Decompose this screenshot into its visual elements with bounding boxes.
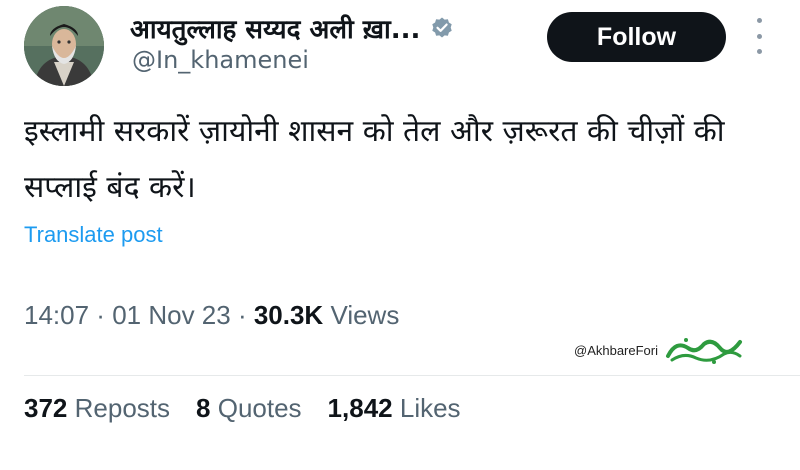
tweet-date[interactable]: 01 Nov 23 — [112, 300, 231, 330]
author-handle[interactable]: @In_khamenei — [132, 46, 309, 74]
follow-button[interactable]: Follow — [547, 12, 726, 62]
author-display-name[interactable]: आयतुल्लाह सय्यद अली ख़ा... — [130, 10, 420, 46]
quotes-stat[interactable]: 8 Quotes — [196, 393, 302, 424]
quotes-count: 8 — [196, 393, 211, 423]
more-dot — [756, 18, 762, 23]
views-label: Views — [323, 300, 400, 330]
divider — [24, 375, 800, 376]
likes-count: 1,842 — [327, 393, 393, 423]
quotes-label: Quotes — [217, 393, 302, 423]
tweet-time[interactable]: 14:07 — [24, 300, 89, 330]
avatar-image — [24, 6, 104, 86]
reposts-count: 372 — [24, 393, 68, 423]
reposts-label: Reposts — [74, 393, 171, 423]
views-count[interactable]: 30.3K — [254, 300, 323, 330]
meta-separator: · — [230, 300, 254, 330]
tweet-text: इस्लामी सरकारें ज़ायोनी शासन को तेल और ज… — [24, 114, 725, 205]
more-dot — [756, 33, 762, 39]
avatar[interactable] — [24, 6, 104, 86]
watermark-logo-icon — [662, 334, 747, 366]
meta-separator: · — [89, 300, 113, 330]
verified-badge-icon — [430, 16, 454, 40]
watermark-handle: @AkhbareFori — [574, 342, 659, 358]
author-name-row: आयतुल्लाह सय्यद अली ख़ा... — [130, 8, 454, 48]
more-options-icon[interactable] — [752, 18, 766, 54]
tweet-meta: 14:07 · 01 Nov 23 · 30.3K Views — [24, 300, 399, 331]
likes-label: Likes — [399, 393, 461, 423]
likes-stat[interactable]: 1,842 Likes — [328, 393, 461, 424]
more-dot — [756, 49, 762, 54]
engagement-stats: 372 Reposts 8 Quotes 1,842 Likes — [24, 393, 487, 424]
watermark: @AkhbareFori — [574, 334, 747, 366]
reposts-stat[interactable]: 372 Reposts — [24, 393, 170, 424]
translate-post-link[interactable]: Translate post — [24, 222, 163, 248]
